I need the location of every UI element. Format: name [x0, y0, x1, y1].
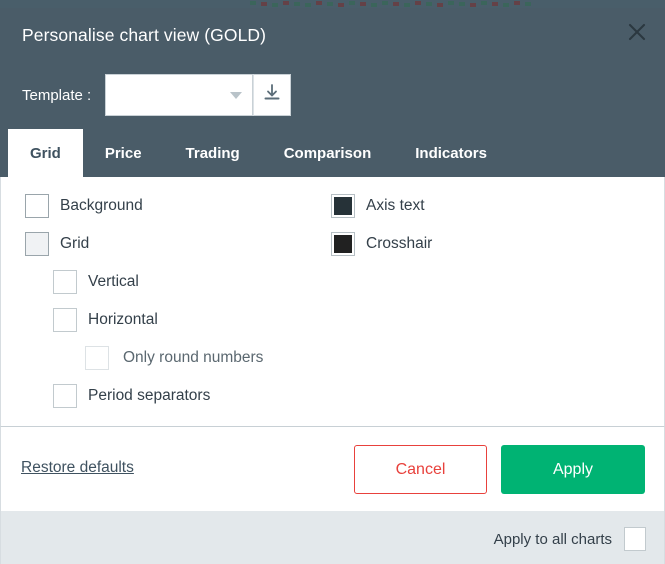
- save-template-button[interactable]: [253, 74, 291, 116]
- tab-bar: Grid Price Trading Comparison Indicators: [0, 129, 665, 177]
- grid-options-left-column: Background Grid Vertical Horizontal Only…: [25, 187, 325, 415]
- apply-to-all-bar: Apply to all charts: [0, 511, 665, 564]
- only-round-numbers-label: Only round numbers: [123, 349, 263, 367]
- background-checkbox[interactable]: [25, 194, 49, 218]
- option-period-separators: Period separators: [53, 377, 325, 415]
- cancel-button[interactable]: Cancel: [354, 445, 487, 494]
- tab-price[interactable]: Price: [83, 129, 164, 177]
- horizontal-checkbox[interactable]: [53, 308, 77, 332]
- horizontal-label: Horizontal: [88, 311, 158, 329]
- axis-text-label: Axis text: [366, 197, 425, 215]
- tab-indicators[interactable]: Indicators: [393, 129, 509, 177]
- grid-label: Grid: [60, 235, 89, 253]
- template-label: Template :: [22, 87, 91, 104]
- tab-comparison[interactable]: Comparison: [262, 129, 394, 177]
- grid-tab-panel: Background Grid Vertical Horizontal Only…: [0, 177, 665, 426]
- option-grid: Grid: [25, 225, 325, 263]
- grid-options-right-column: Axis text Crosshair: [331, 187, 631, 263]
- apply-to-all-checkbox[interactable]: [624, 527, 646, 551]
- option-only-round-numbers: Only round numbers: [85, 339, 325, 377]
- template-row: Template :: [22, 74, 291, 116]
- option-crosshair: Crosshair: [331, 225, 631, 263]
- dialog-footer: Restore defaults Cancel Apply: [0, 426, 665, 511]
- background-label: Background: [60, 197, 143, 215]
- personalise-chart-view-dialog: Personalise chart view (GOLD) Template :: [0, 8, 665, 564]
- crosshair-label: Crosshair: [366, 235, 432, 253]
- tab-trading[interactable]: Trading: [164, 129, 262, 177]
- apply-to-all-group: Apply to all charts: [494, 527, 646, 551]
- chevron-down-icon: [230, 92, 242, 99]
- tab-grid[interactable]: Grid: [8, 129, 83, 177]
- restore-defaults-link[interactable]: Restore defaults: [21, 459, 134, 477]
- axis-text-color-swatch[interactable]: [331, 194, 355, 218]
- apply-button[interactable]: Apply: [501, 445, 645, 494]
- download-icon: [262, 83, 282, 108]
- vertical-checkbox[interactable]: [53, 270, 77, 294]
- option-vertical: Vertical: [53, 263, 325, 301]
- template-select[interactable]: [105, 74, 253, 116]
- close-icon[interactable]: [619, 14, 655, 50]
- dialog-title: Personalise chart view (GOLD): [22, 25, 266, 46]
- period-separators-checkbox[interactable]: [53, 384, 77, 408]
- period-separators-label: Period separators: [88, 387, 210, 405]
- only-round-numbers-checkbox[interactable]: [85, 346, 109, 370]
- dialog-header: Personalise chart view (GOLD) Template :: [0, 8, 665, 129]
- option-axis-text: Axis text: [331, 187, 631, 225]
- option-background: Background: [25, 187, 325, 225]
- apply-to-all-label: Apply to all charts: [494, 531, 612, 548]
- grid-checkbox[interactable]: [25, 232, 49, 256]
- vertical-label: Vertical: [88, 273, 139, 291]
- option-horizontal: Horizontal: [53, 301, 325, 339]
- crosshair-color-swatch[interactable]: [331, 232, 355, 256]
